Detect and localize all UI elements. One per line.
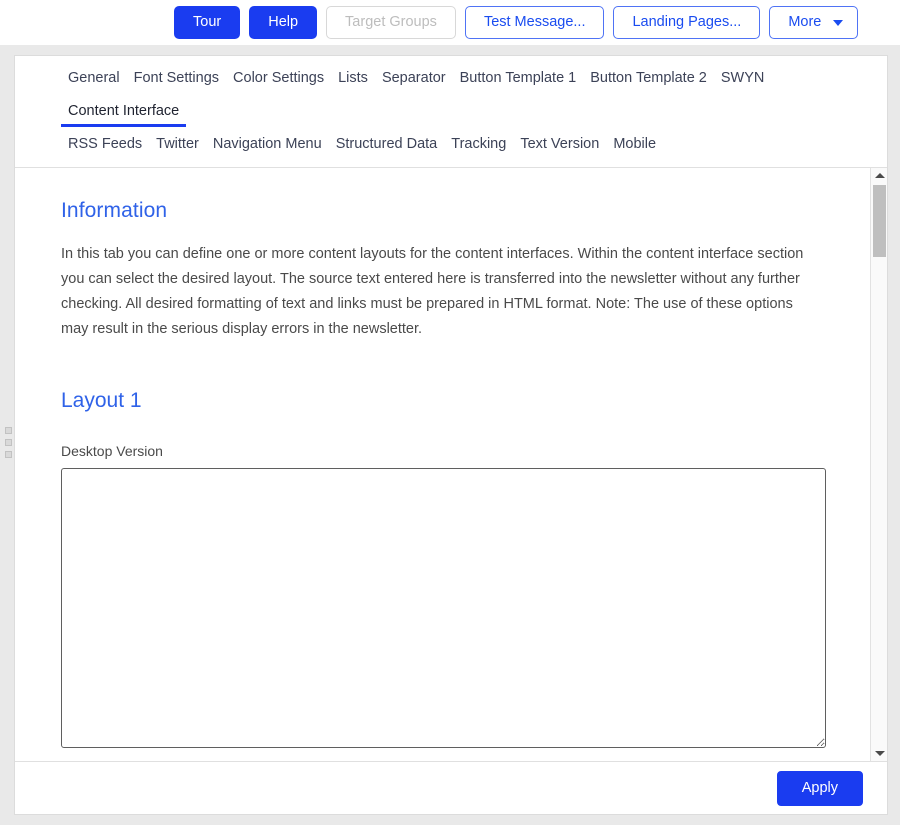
tab-swyn[interactable]: SWYN [714, 68, 772, 94]
help-button[interactable]: Help [249, 6, 318, 39]
tab-button-template-2[interactable]: Button Template 2 [583, 68, 714, 94]
tab-general[interactable]: General [61, 68, 127, 94]
scroll-down-arrow-icon[interactable] [871, 746, 887, 761]
apply-button[interactable]: Apply [776, 770, 863, 806]
target-groups-button: Target Groups [326, 6, 456, 39]
tab-navigation: General Font Settings Color Settings Lis… [15, 56, 887, 168]
tab-lists[interactable]: Lists [331, 68, 375, 94]
settings-panel: General Font Settings Color Settings Lis… [14, 55, 888, 815]
tab-tracking[interactable]: Tracking [444, 134, 513, 160]
tab-button-template-1[interactable]: Button Template 1 [453, 68, 584, 94]
grip-dot [4, 451, 12, 458]
vertical-scrollbar[interactable] [870, 168, 887, 761]
panel-footer: Apply [15, 761, 887, 814]
tour-button[interactable]: Tour [174, 6, 241, 39]
information-heading: Information [61, 199, 168, 222]
tab-content-interface[interactable]: Content Interface [61, 101, 187, 127]
panel-resize-handle[interactable] [2, 425, 14, 460]
tab-color-settings[interactable]: Color Settings [226, 68, 331, 94]
tab-navigation-menu[interactable]: Navigation Menu [206, 134, 329, 160]
information-text: In this tab you can define one or more c… [61, 246, 804, 337]
grip-dot [4, 427, 12, 434]
tab-text-version[interactable]: Text Version [513, 134, 606, 160]
more-button-label: More [788, 14, 822, 31]
desktop-version-label: Desktop Version [61, 443, 163, 459]
tab-font-settings[interactable]: Font Settings [127, 68, 226, 94]
landing-pages-button[interactable]: Landing Pages... [613, 6, 761, 39]
more-button[interactable]: More [769, 6, 859, 39]
tab-panel-content-interface: Information In this tab you can define o… [15, 168, 870, 761]
tab-separator[interactable]: Separator [375, 68, 453, 94]
tab-row-1: General Font Settings Color Settings Lis… [61, 68, 887, 134]
scroll-region: Information In this tab you can define o… [15, 168, 887, 761]
layout-1-heading: Layout 1 [61, 389, 142, 412]
grip-dot [4, 439, 12, 446]
tab-mobile[interactable]: Mobile [606, 134, 663, 160]
scroll-up-arrow-icon[interactable] [871, 168, 887, 183]
tab-structured-data[interactable]: Structured Data [329, 134, 445, 160]
top-toolbar: Tour Help Target Groups Test Message... … [0, 0, 900, 45]
desktop-version-textarea[interactable] [61, 468, 826, 748]
tab-rss-feeds[interactable]: RSS Feeds [61, 134, 149, 160]
scrollbar-thumb[interactable] [873, 185, 886, 257]
chevron-down-icon [833, 19, 844, 26]
test-message-button[interactable]: Test Message... [464, 6, 605, 39]
tab-twitter[interactable]: Twitter [149, 134, 206, 160]
tab-row-2: RSS Feeds Twitter Navigation Menu Struct… [61, 134, 887, 167]
